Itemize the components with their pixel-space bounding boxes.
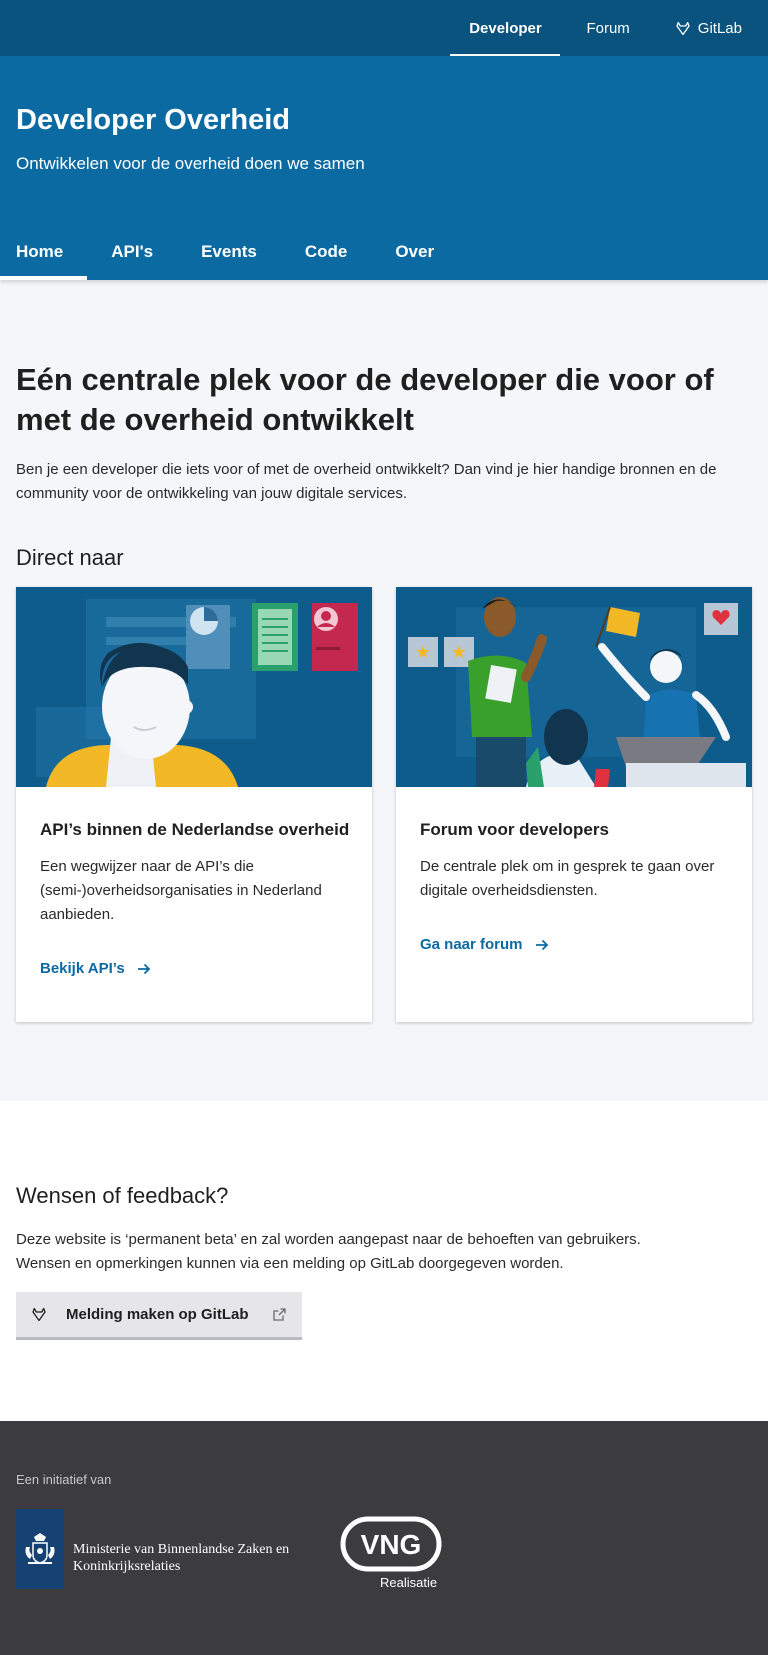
feedback-title: Wensen of feedback? (16, 1183, 229, 1208)
coat-of-arms-icon (25, 1533, 55, 1564)
vng-logo-text: VNG (361, 1529, 422, 1560)
nav-events[interactable]: Events (185, 224, 289, 280)
topnav-forum-label: Forum (586, 19, 630, 37)
ministry-name-line-2: Koninkrijksrelaties (73, 1559, 181, 1574)
main-navigation: Home API's Events Code Over (0, 224, 454, 280)
card-forum[interactable]: ★ ★ Forum voor developers De centrale pl… (396, 587, 752, 1022)
intro-heading: Eén centrale plek voor de developer die … (16, 362, 714, 437)
intro-text: Ben je een developer die iets voor of me… (16, 461, 717, 502)
arrow-right-icon (535, 939, 549, 951)
gitlab-issue-label: Melding maken op GitLab (66, 1306, 249, 1323)
nav-apis[interactable]: API's (91, 224, 181, 280)
footer: Een initiatief van Ministerie van Binnen… (0, 1421, 768, 1655)
top-bar: Developer Forum GitLab (0, 0, 768, 56)
ga-naar-forum-label: Ga naar forum (420, 936, 523, 953)
gitlab-icon (676, 21, 690, 35)
svg-text:★: ★ (451, 642, 467, 662)
feedback-text: Deze website is ‘permanent beta’ en zal … (16, 1228, 641, 1276)
hero-header: Developer Overheid Ontwikkelen voor de o… (0, 56, 768, 280)
external-link-icon (273, 1308, 286, 1321)
direct-naar-heading: Direct naar (16, 545, 124, 570)
topnav-developer[interactable]: Developer (450, 0, 561, 56)
card-apis[interactable]: API’s binnen de Nederlandse overheid Een… (16, 587, 372, 1022)
vng-logo[interactable]: VNG (340, 1516, 442, 1577)
ministry-name[interactable]: Ministerie van Binnenlandse Zaken en Kon… (73, 1541, 289, 1575)
svg-text:★: ★ (415, 642, 431, 662)
bekijk-apis-link[interactable]: Bekijk API’s (40, 960, 151, 977)
topnav-gitlab[interactable]: GitLab (656, 0, 768, 56)
vng-realisatie-label: Realisatie (380, 1575, 438, 1590)
site-title[interactable]: Developer Overheid (16, 104, 290, 137)
nav-home[interactable]: Home (0, 224, 88, 280)
card-forum-title: Forum voor developers (420, 820, 609, 839)
rijksoverheid-logo[interactable] (16, 1509, 64, 1589)
topnav-forum[interactable]: Forum (560, 0, 655, 56)
nav-over[interactable]: Over (383, 224, 450, 280)
api-illustration (16, 587, 372, 787)
gitlab-issue-button[interactable]: Melding maken op GitLab (16, 1292, 302, 1340)
card-apis-title: API’s binnen de Nederlandse overheid (40, 820, 350, 839)
footer-initiative-label: Een initiatief van (16, 1472, 112, 1487)
arrow-right-icon (137, 963, 151, 975)
feedback-line-1: Deze website is ‘permanent beta’ en zal … (16, 1231, 641, 1248)
topnav-developer-label: Developer (469, 19, 542, 37)
site-subtitle: Ontwikkelen voor de overheid doen we sam… (16, 154, 365, 173)
intro-section: Eén centrale plek voor de developer die … (16, 360, 756, 506)
feedback-section: Wensen of feedback? Deze website is ‘per… (0, 1101, 768, 1421)
feedback-line-2: Wensen en opmerkingen kunnen via een mel… (16, 1255, 564, 1272)
bekijk-apis-label: Bekijk API’s (40, 960, 125, 977)
topnav-gitlab-label: GitLab (697, 19, 742, 37)
card-forum-text: De centrale plek om in gesprek te gaan o… (420, 858, 715, 899)
nav-code[interactable]: Code (293, 224, 380, 280)
card-apis-text: Een wegwijzer naar de API’s die (semi-)o… (40, 858, 322, 923)
gitlab-icon (32, 1308, 46, 1321)
ga-naar-forum-link[interactable]: Ga naar forum (420, 936, 549, 953)
forum-illustration: ★ ★ (396, 587, 752, 787)
ministry-name-line-1: Ministerie van Binnenlandse Zaken en (73, 1542, 290, 1557)
